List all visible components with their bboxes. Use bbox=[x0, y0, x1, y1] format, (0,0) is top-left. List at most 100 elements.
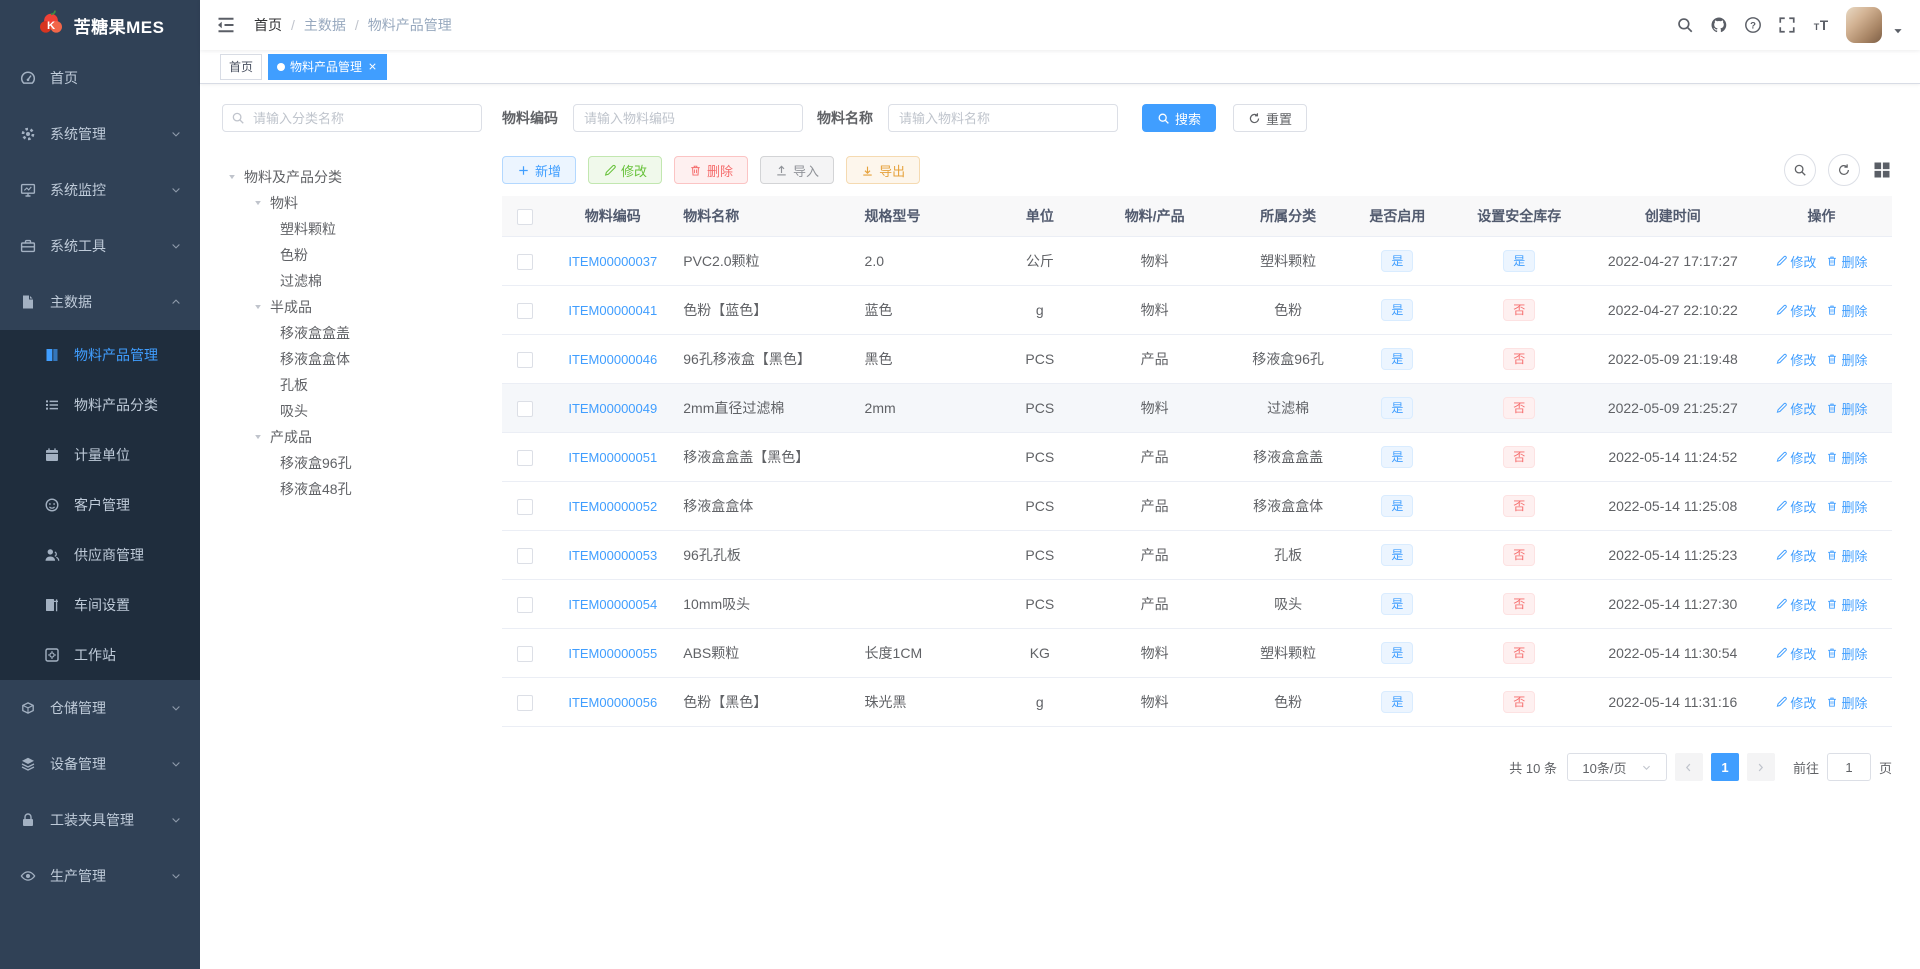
sidebar-item[interactable]: 生产管理 bbox=[0, 848, 200, 904]
edit-row-link[interactable]: 修改 bbox=[1775, 448, 1816, 467]
sidebar-item[interactable]: 系统监控 bbox=[0, 162, 200, 218]
delete-row-link[interactable]: 删除 bbox=[1826, 350, 1867, 369]
edit-row-link[interactable]: 修改 bbox=[1775, 595, 1816, 614]
row-checkbox[interactable] bbox=[516, 547, 533, 564]
item-code-input[interactable] bbox=[573, 104, 803, 132]
question-icon[interactable]: ? bbox=[1744, 16, 1762, 34]
row-checkbox[interactable] bbox=[516, 351, 533, 368]
fullscreen-icon[interactable] bbox=[1778, 16, 1796, 34]
tree-node[interactable]: 孔板 bbox=[222, 372, 482, 398]
sidebar-item[interactable]: 仓储管理 bbox=[0, 680, 200, 736]
item-code-link[interactable]: ITEM00000037 bbox=[568, 254, 657, 269]
row-checkbox[interactable] bbox=[516, 694, 533, 711]
edit-row-link[interactable]: 修改 bbox=[1775, 546, 1816, 565]
tree-node[interactable]: 移液盒盒体 bbox=[222, 346, 482, 372]
primary-toolbar-button[interactable]: 新增 bbox=[502, 156, 577, 184]
sidebar-subitem[interactable]: 计量单位 bbox=[0, 430, 200, 480]
search-button[interactable]: 搜索 bbox=[1142, 104, 1217, 132]
tree-node[interactable]: 半成品 bbox=[222, 294, 482, 320]
tree-node[interactable]: 产成品 bbox=[222, 424, 482, 450]
delete-row-link[interactable]: 删除 bbox=[1826, 448, 1867, 467]
menu-fold-icon[interactable] bbox=[216, 15, 236, 35]
item-code-link[interactable]: ITEM00000049 bbox=[568, 401, 657, 416]
delete-row-link[interactable]: 删除 bbox=[1826, 644, 1867, 663]
sidebar-subitem[interactable]: 车间设置 bbox=[0, 580, 200, 630]
search-circle-button[interactable] bbox=[1784, 154, 1816, 186]
sidebar-item[interactable]: 系统管理 bbox=[0, 106, 200, 162]
item-code-link[interactable]: ITEM00000046 bbox=[568, 352, 657, 367]
tree-node[interactable]: 移液盒盒盖 bbox=[222, 320, 482, 346]
delete-row-link[interactable]: 删除 bbox=[1826, 301, 1867, 320]
row-checkbox[interactable] bbox=[516, 596, 533, 613]
grid-icon[interactable] bbox=[1872, 160, 1892, 180]
info-toolbar-button[interactable]: 导入 bbox=[760, 156, 835, 184]
item-code-link[interactable]: ITEM00000051 bbox=[568, 450, 657, 465]
reset-button[interactable]: 重置 bbox=[1233, 104, 1308, 132]
edit-row-link[interactable]: 修改 bbox=[1775, 350, 1816, 369]
sidebar-item[interactable]: 设备管理 bbox=[0, 736, 200, 792]
edit-row-link[interactable]: 修改 bbox=[1775, 301, 1816, 320]
delete-row-link[interactable]: 删除 bbox=[1826, 693, 1867, 712]
caret-down-icon[interactable] bbox=[1892, 25, 1904, 37]
sidebar-subitem[interactable]: 客户管理 bbox=[0, 480, 200, 530]
refresh-circle-button[interactable] bbox=[1828, 154, 1860, 186]
sidebar-item[interactable]: 主数据 bbox=[0, 274, 200, 330]
row-checkbox[interactable] bbox=[516, 400, 533, 417]
row-checkbox[interactable] bbox=[516, 302, 533, 319]
edit-row-link[interactable]: 修改 bbox=[1775, 693, 1816, 712]
sidebar-item[interactable]: 工装夹具管理 bbox=[0, 792, 200, 848]
edit-row-link[interactable]: 修改 bbox=[1775, 252, 1816, 271]
delete-row-link[interactable]: 删除 bbox=[1826, 595, 1867, 614]
tag-active[interactable]: 物料产品管理 bbox=[268, 53, 388, 80]
item-code-link[interactable]: ITEM00000056 bbox=[568, 695, 657, 710]
edit-row-link[interactable]: 修改 bbox=[1775, 644, 1816, 663]
item-code-link[interactable]: ITEM00000055 bbox=[568, 646, 657, 661]
delete-row-link[interactable]: 删除 bbox=[1826, 399, 1867, 418]
sidebar-subitem[interactable]: 工作站 bbox=[0, 630, 200, 680]
page-size-select[interactable]: 10条/页 bbox=[1566, 753, 1667, 781]
item-name-input[interactable] bbox=[888, 104, 1118, 132]
sidebar-subitem[interactable]: 物料产品分类 bbox=[0, 380, 200, 430]
sidebar-subitem[interactable]: 物料产品管理 bbox=[0, 330, 200, 380]
delete-row-link[interactable]: 删除 bbox=[1826, 497, 1867, 516]
tree-node[interactable]: 移液盒48孔 bbox=[222, 476, 482, 502]
warning-toolbar-button[interactable]: 导出 bbox=[846, 156, 921, 184]
delete-row-link[interactable]: 删除 bbox=[1826, 546, 1867, 565]
edit-row-link[interactable]: 修改 bbox=[1775, 399, 1816, 418]
close-icon[interactable] bbox=[367, 61, 378, 72]
tree-node[interactable]: 色粉 bbox=[222, 242, 482, 268]
breadcrumb-item[interactable]: 首页 bbox=[254, 15, 282, 35]
row-checkbox[interactable] bbox=[516, 449, 533, 466]
tag-item[interactable]: 首页 bbox=[220, 53, 263, 80]
tree-node[interactable]: 物料及产品分类 bbox=[222, 164, 482, 190]
select-all-checkbox[interactable] bbox=[516, 208, 533, 225]
sidebar-subitem[interactable]: 供应商管理 bbox=[0, 530, 200, 580]
item-code-link[interactable]: ITEM00000052 bbox=[568, 499, 657, 514]
danger-toolbar-button[interactable]: 删除 bbox=[674, 156, 749, 184]
item-code-link[interactable]: ITEM00000054 bbox=[568, 597, 657, 612]
tree-node[interactable]: 塑料颗粒 bbox=[222, 216, 482, 242]
goto-page-input[interactable] bbox=[1826, 753, 1871, 781]
category-search-input[interactable] bbox=[222, 104, 482, 132]
success-toolbar-button[interactable]: 修改 bbox=[588, 156, 663, 184]
font-size-icon[interactable]: TT bbox=[1812, 16, 1830, 34]
app-logo[interactable]: K 苦糖果MES bbox=[0, 0, 200, 50]
next-page-button[interactable] bbox=[1746, 753, 1775, 781]
sidebar-item[interactable]: 系统工具 bbox=[0, 218, 200, 274]
tree-node[interactable]: 吸头 bbox=[222, 398, 482, 424]
sidebar-item[interactable]: 首页 bbox=[0, 50, 200, 106]
row-checkbox[interactable] bbox=[516, 498, 533, 515]
tree-node[interactable]: 过滤棉 bbox=[222, 268, 482, 294]
edit-row-link[interactable]: 修改 bbox=[1775, 497, 1816, 516]
row-checkbox[interactable] bbox=[516, 645, 533, 662]
github-icon[interactable] bbox=[1710, 16, 1728, 34]
tree-node[interactable]: 物料 bbox=[222, 190, 482, 216]
item-code-link[interactable]: ITEM00000053 bbox=[568, 548, 657, 563]
tree-node[interactable]: 移液盒96孔 bbox=[222, 450, 482, 476]
row-checkbox[interactable] bbox=[516, 253, 533, 270]
search-icon[interactable] bbox=[1676, 16, 1694, 34]
user-avatar[interactable] bbox=[1846, 7, 1882, 43]
prev-page-button[interactable] bbox=[1674, 753, 1703, 781]
item-code-link[interactable]: ITEM00000041 bbox=[568, 303, 657, 318]
delete-row-link[interactable]: 删除 bbox=[1826, 252, 1867, 271]
